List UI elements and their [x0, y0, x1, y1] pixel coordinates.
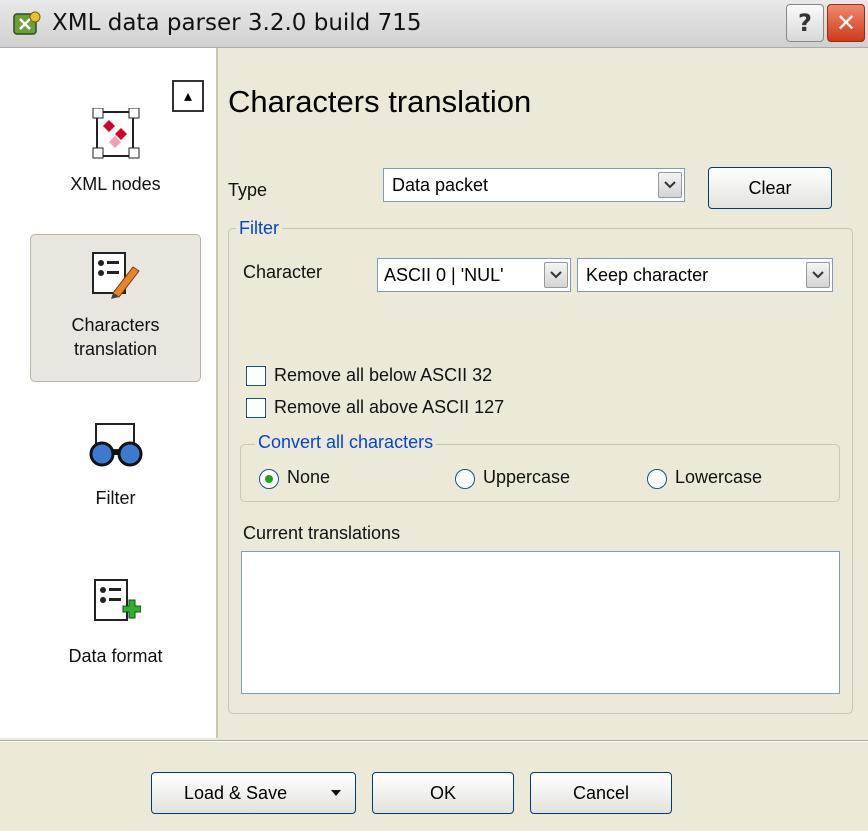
sidebar: ▴ XML nodes Characters translation Filte… [0, 48, 218, 738]
radio-none-label: None [287, 467, 331, 487]
cancel-button[interactable]: Cancel [530, 772, 672, 814]
window-title: XML data parser 3.2.0 build 715 [52, 10, 422, 36]
characters-translation-icon [91, 252, 140, 299]
current-translations-label: Current translations [243, 523, 401, 543]
sidebar-item-label: Data format [68, 646, 163, 666]
type-select-value: Data packet [392, 174, 489, 195]
chevron-up-icon: ▴ [183, 88, 193, 105]
app-icon [13, 11, 41, 35]
load-save-label: Load & Save [184, 782, 288, 803]
sidebar-item-xml-nodes[interactable]: XML nodes [30, 108, 201, 218]
chevron-down-icon[interactable] [544, 262, 568, 288]
title-bar: XML data parser 3.2.0 build 715 ? ✕ [0, 0, 868, 48]
dropdown-arrow-icon [331, 790, 341, 796]
convert-legend: Convert all characters [255, 432, 437, 453]
filter-legend: Filter [236, 218, 282, 239]
remove-below-checkbox[interactable] [246, 366, 266, 386]
radio-uppercase-label: Uppercase [483, 467, 571, 487]
character-action-value: Keep character [586, 264, 709, 285]
sidebar-item-characters-translation[interactable]: Characters translation [30, 234, 201, 382]
character-label: Character [243, 262, 323, 282]
load-save-button[interactable]: Load & Save [151, 772, 356, 814]
chevron-down-icon[interactable] [806, 262, 830, 288]
remove-above-checkbox[interactable] [246, 398, 266, 418]
type-select[interactable]: Data packet [383, 168, 685, 202]
sidebar-item-label: XML nodes [70, 174, 161, 194]
sidebar-item-label: Characters [71, 315, 160, 335]
character-select-value: ASCII 0 | 'NUL' [384, 264, 504, 285]
remove-above-label: Remove all above ASCII 127 [274, 397, 505, 417]
current-translations-list[interactable] [241, 551, 840, 694]
chevron-down-icon[interactable] [658, 172, 682, 198]
character-select[interactable]: ASCII 0 | 'NUL' [377, 258, 571, 292]
help-button[interactable]: ? [786, 4, 824, 42]
sidebar-item-label: Filter [95, 488, 136, 508]
radio-lowercase-label: Lowercase [675, 467, 763, 487]
sidebar-item-data-format[interactable]: Data format [30, 576, 201, 676]
clear-button[interactable]: Clear [708, 167, 832, 209]
page-title: Characters translation [228, 84, 532, 119]
ok-button[interactable]: OK [372, 772, 514, 814]
sidebar-item-label: translation [73, 339, 158, 359]
radio-uppercase[interactable] [455, 469, 475, 489]
close-button[interactable]: ✕ [827, 4, 865, 42]
xml-nodes-icon [92, 108, 139, 159]
sidebar-item-filter[interactable]: Filter [30, 420, 201, 520]
type-label: Type [228, 180, 268, 200]
character-action-select[interactable]: Keep character [577, 258, 833, 292]
filter-icon [89, 423, 142, 467]
radio-none[interactable] [259, 469, 279, 489]
remove-below-label: Remove all below ASCII 32 [274, 365, 493, 385]
radio-lowercase[interactable] [647, 469, 667, 489]
data-format-icon [93, 579, 141, 621]
